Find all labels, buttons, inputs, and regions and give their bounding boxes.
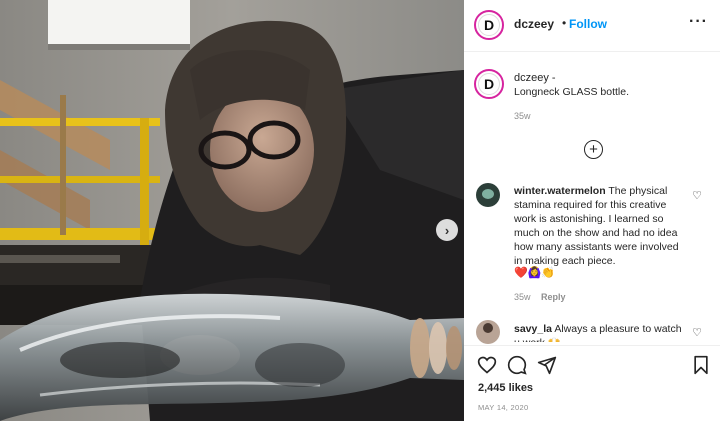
header-separator: •	[562, 16, 567, 30]
post-actions: 2,445 likes MAY 14, 2020	[464, 345, 720, 421]
post-photo	[0, 0, 464, 421]
commenter-avatar[interactable]	[476, 320, 500, 344]
next-media-button[interactable]: ›	[436, 219, 458, 241]
caption-username[interactable]: dczeey -	[514, 72, 556, 84]
heart-icon[interactable]	[476, 354, 498, 376]
caption-suffix: -	[551, 72, 556, 84]
caption-username-text: dczeey	[514, 72, 549, 84]
author-username[interactable]: dczeey	[514, 17, 554, 31]
caption-avatar-letter: D	[478, 73, 500, 95]
bookmark-icon[interactable]	[690, 354, 712, 376]
post-header: D dczeey • Follow ···	[464, 0, 720, 52]
avatar-letter: D	[478, 14, 500, 36]
post-media[interactable]: ›	[0, 0, 464, 421]
comment-body: savy_la Always a pleasure to watch u wor…	[514, 322, 684, 342]
caption-avatar[interactable]: D	[474, 69, 504, 99]
share-icon[interactable]	[536, 354, 558, 376]
post-date[interactable]: MAY 14, 2020	[478, 403, 528, 412]
comment-emoji: ❤️🙆‍♀️👏	[514, 267, 556, 279]
comment-body: winter.watermelon The physical stamina r…	[514, 184, 684, 268]
plus-circle-icon[interactable]: +	[584, 140, 603, 159]
post-sidebar: D dczeey • Follow ··· D dczeey - Longnec…	[464, 0, 720, 421]
comment-heart-icon[interactable]: ♡	[692, 189, 702, 202]
follow-button[interactable]: Follow	[569, 17, 607, 31]
comment-icon[interactable]	[506, 354, 528, 376]
chevron-right-icon: ›	[444, 222, 450, 238]
comment-heart-icon[interactable]: ♡	[692, 326, 702, 339]
comment-username[interactable]: savy_la	[514, 323, 552, 335]
likes-count[interactable]: 2,445 likes	[478, 382, 533, 394]
commenter-avatar[interactable]	[476, 183, 500, 207]
caption-text: Longneck GLASS bottle.	[514, 86, 629, 98]
caption-time[interactable]: 35w	[514, 111, 531, 121]
comment-meta: 35w Reply	[514, 292, 566, 302]
comment-username[interactable]: winter.watermelon	[514, 185, 606, 197]
reply-button[interactable]: Reply	[541, 292, 566, 302]
author-avatar[interactable]: D	[474, 10, 504, 40]
comment-time[interactable]: 35w	[514, 292, 531, 302]
comment-text: The physical stamina required for this c…	[514, 185, 679, 267]
more-options-icon[interactable]: ···	[689, 13, 708, 31]
